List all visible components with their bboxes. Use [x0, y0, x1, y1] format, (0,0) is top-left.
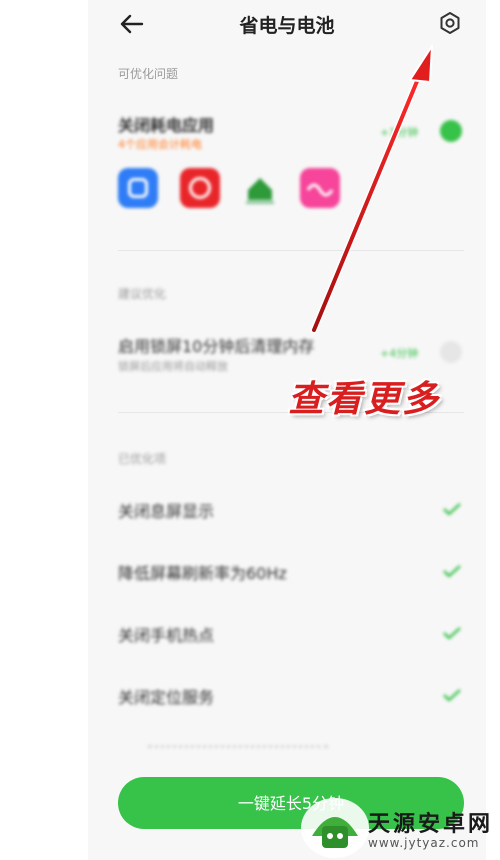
optimized-item-label: 降低屏幕刷新率为60Hz — [118, 564, 287, 583]
check-icon — [443, 503, 461, 515]
lock-screen-subtitle: 锁屏后应用将自动释放 — [118, 360, 228, 373]
red-app-icon — [180, 168, 220, 208]
settings-hexagon-icon[interactable] — [438, 11, 462, 35]
page-title: 省电与电池 — [239, 15, 335, 37]
blue-app-icon — [118, 168, 158, 208]
phone-screen: 省电与电池 可优化问题 关闭耗电应用 4个应用会计耗电 +1分钟 建议优化 启用… — [88, 0, 486, 860]
section-label-optimized: 已优化项 — [118, 452, 167, 466]
lock-screen-title: 启用锁屏10分钟后清理内存 — [118, 337, 315, 356]
optimized-item-label: 关闭息屏显示 — [118, 502, 215, 521]
section-label-optimizable: 可优化问题 — [118, 67, 179, 81]
annotation-text: 查看更多 — [288, 378, 441, 420]
close-apps-checkbox[interactable] — [440, 120, 462, 142]
check-icon — [443, 565, 461, 577]
green-house-icon — [240, 168, 280, 208]
lock-screen-tag: +4分钟 — [380, 347, 419, 360]
section-label-suggest: 建议优化 — [118, 287, 167, 301]
watermark-title: 天源安卓网 — [368, 812, 494, 837]
faded-row-hint — [148, 745, 328, 751]
check-icon — [443, 627, 461, 639]
divider — [118, 250, 464, 251]
close-apps-title: 关闭耗电应用 — [118, 116, 215, 135]
optimized-item-label: 关闭定位服务 — [118, 688, 215, 707]
watermark-url: www.jytyaz.com — [368, 836, 480, 850]
optimized-item-label: 关闭手机热点 — [118, 626, 215, 645]
pink-wave-icon — [300, 168, 340, 208]
check-icon — [443, 689, 461, 701]
close-apps-tag: +1分钟 — [380, 126, 419, 139]
lock-screen-checkbox[interactable] — [440, 341, 462, 363]
header: 省电与电池 — [88, 0, 486, 52]
close-apps-subtitle: 4个应用会计耗电 — [118, 138, 202, 151]
